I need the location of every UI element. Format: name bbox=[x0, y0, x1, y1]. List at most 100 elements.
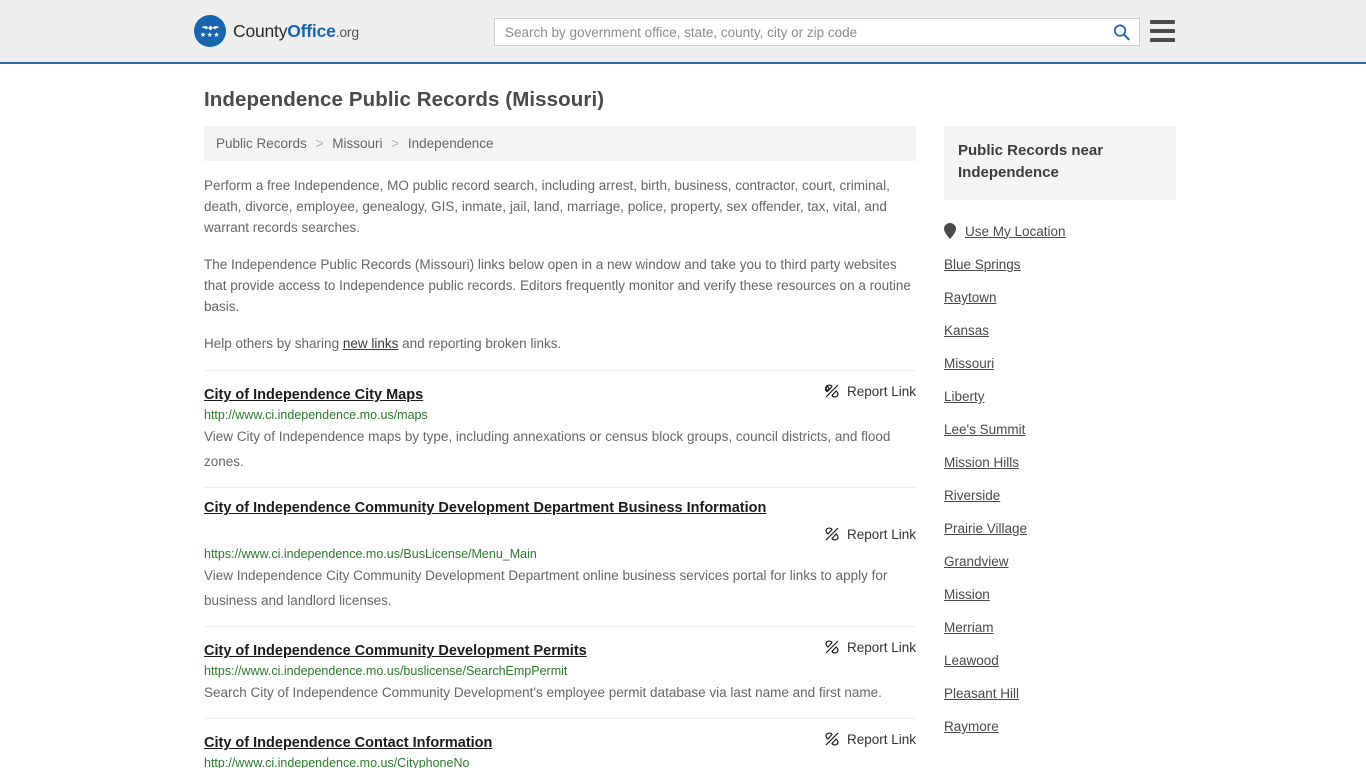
report-link-label: Report Link bbox=[846, 731, 916, 747]
report-link-button[interactable]: Report Link bbox=[824, 731, 916, 747]
broken-link-icon bbox=[825, 527, 839, 541]
intro-paragraph-1: Perform a free Independence, MO public r… bbox=[204, 178, 890, 235]
logo-text-office: Office bbox=[287, 20, 336, 41]
search-icon bbox=[1113, 24, 1130, 40]
sidebar-header-box: Public Records near Independence bbox=[944, 126, 1176, 200]
breadcrumb-separator: > bbox=[315, 136, 324, 151]
report-link-button[interactable]: Report Link bbox=[824, 526, 916, 542]
sidebar-item-lees-summit[interactable]: Lee's Summit bbox=[944, 413, 1176, 446]
report-link-label: Report Link bbox=[846, 526, 916, 542]
sidebar-item-leawood[interactable]: Leawood bbox=[944, 644, 1176, 677]
hamburger-bar bbox=[1150, 20, 1175, 24]
intro-paragraph-2: The Independence Public Records (Missour… bbox=[204, 257, 911, 314]
sidebar-nearby-list: Use My Location Blue Springs Raytown Kan… bbox=[944, 214, 1176, 743]
breadcrumb: Public Records > Missouri > Independence bbox=[204, 126, 916, 161]
sidebar-item-use-my-location[interactable]: Use My Location bbox=[944, 214, 1176, 248]
sidebar-link[interactable]: Leawood bbox=[944, 653, 999, 668]
breadcrumb-item-independence[interactable]: Independence bbox=[408, 136, 494, 151]
sidebar-link[interactable]: Kansas bbox=[944, 323, 989, 338]
share-text-before: Help others by sharing bbox=[204, 336, 343, 351]
sidebar: Public Records near Independence Use My … bbox=[944, 126, 1176, 743]
result-header: City of Independence Community Developme… bbox=[204, 639, 916, 660]
search-input[interactable] bbox=[495, 19, 1103, 45]
result-title-link[interactable]: City of Independence Contact Information bbox=[204, 735, 492, 751]
result-url[interactable]: https://www.ci.independence.mo.us/BusLic… bbox=[204, 547, 916, 561]
result-item: City of Independence City Maps Report Li… bbox=[204, 370, 916, 487]
logo-text-county: County bbox=[233, 20, 288, 41]
sidebar-link[interactable]: Merriam bbox=[944, 620, 994, 635]
use-my-location-label[interactable]: Use My Location bbox=[965, 224, 1066, 239]
result-header: City of Independence City Maps Report Li… bbox=[204, 383, 916, 404]
broken-link-icon bbox=[825, 640, 839, 654]
sidebar-item-raymore[interactable]: Raymore bbox=[944, 710, 1176, 743]
intro-paragraph-3: Help others by sharing new links and rep… bbox=[204, 333, 916, 354]
search-button[interactable] bbox=[1103, 19, 1139, 45]
sidebar-item-liberty[interactable]: Liberty bbox=[944, 380, 1176, 413]
main-column: Public Records > Missouri > Independence… bbox=[204, 126, 916, 768]
hamburger-menu-icon[interactable] bbox=[1150, 20, 1175, 42]
breadcrumb-item-public-records[interactable]: Public Records bbox=[216, 136, 307, 151]
result-item: City of Independence Community Developme… bbox=[204, 487, 916, 626]
sidebar-item-merriam[interactable]: Merriam bbox=[944, 611, 1176, 644]
sidebar-link[interactable]: Mission bbox=[944, 587, 990, 602]
breadcrumb-item-missouri[interactable]: Missouri bbox=[332, 136, 382, 151]
result-description: View Independence City Community Develop… bbox=[204, 568, 888, 608]
result-header: City of Independence Contact Information… bbox=[204, 731, 916, 752]
sidebar-link[interactable]: Lee's Summit bbox=[944, 422, 1025, 437]
sidebar-item-blue-springs[interactable]: Blue Springs bbox=[944, 248, 1176, 281]
result-item: City of Independence Contact Information… bbox=[204, 718, 916, 768]
sidebar-item-missouri[interactable]: Missouri bbox=[944, 347, 1176, 380]
sidebar-item-pleasant-hill[interactable]: Pleasant Hill bbox=[944, 677, 1176, 710]
logo-text-org: .org bbox=[335, 23, 360, 40]
search-bar[interactable] bbox=[494, 18, 1140, 46]
new-links-link[interactable]: new links bbox=[343, 336, 399, 351]
sidebar-link[interactable]: Missouri bbox=[944, 356, 994, 371]
share-text-after: and reporting broken links. bbox=[398, 336, 562, 351]
sidebar-link[interactable]: Grandview bbox=[944, 554, 1009, 569]
sidebar-item-raytown[interactable]: Raytown bbox=[944, 281, 1176, 314]
sidebar-link[interactable]: Raytown bbox=[944, 290, 997, 305]
sidebar-link[interactable]: Raymore bbox=[944, 719, 999, 734]
sidebar-item-prairie-village[interactable]: Prairie Village bbox=[944, 512, 1176, 545]
sidebar-item-kansas[interactable]: Kansas bbox=[944, 314, 1176, 347]
map-pin-icon bbox=[944, 223, 956, 239]
sidebar-item-grandview[interactable]: Grandview bbox=[944, 545, 1176, 578]
result-url[interactable]: http://www.ci.independence.mo.us/Citypho… bbox=[204, 756, 916, 768]
sidebar-item-mission-hills[interactable]: Mission Hills bbox=[944, 446, 1176, 479]
sidebar-item-riverside[interactable]: Riverside bbox=[944, 479, 1176, 512]
sidebar-item-mission[interactable]: Mission bbox=[944, 578, 1176, 611]
report-link-button[interactable]: Report Link bbox=[824, 639, 916, 655]
result-title-link[interactable]: City of Independence Community Developme… bbox=[204, 643, 587, 659]
sidebar-link[interactable]: Riverside bbox=[944, 488, 1000, 503]
result-title-link[interactable]: City of Independence Community Developme… bbox=[204, 500, 916, 516]
sidebar-link[interactable]: Blue Springs bbox=[944, 257, 1021, 272]
result-url[interactable]: https://www.ci.independence.mo.us/buslic… bbox=[204, 664, 916, 678]
eagle-shield-icon: ★★★ bbox=[194, 15, 226, 47]
result-description: View City of Independence maps by type, … bbox=[204, 429, 891, 469]
report-link-label: Report Link bbox=[846, 383, 916, 399]
result-url[interactable]: http://www.ci.independence.mo.us/maps bbox=[204, 408, 916, 422]
sidebar-link[interactable]: Liberty bbox=[944, 389, 985, 404]
page-title: Independence Public Records (Missouri) bbox=[204, 88, 605, 111]
report-link-label: Report Link bbox=[846, 639, 916, 655]
broken-link-icon bbox=[824, 384, 839, 398]
hamburger-bar bbox=[1150, 38, 1175, 42]
sidebar-link[interactable]: Prairie Village bbox=[944, 521, 1027, 536]
logo-stars: ★★★ bbox=[199, 32, 221, 39]
result-title-link[interactable]: City of Independence City Maps bbox=[204, 387, 423, 403]
content-columns: Public Records > Missouri > Independence… bbox=[204, 126, 1176, 768]
page-container: Independence Public Records (Missouri) P… bbox=[0, 88, 1366, 768]
sidebar-link[interactable]: Mission Hills bbox=[944, 455, 1019, 470]
result-description: Search City of Independence Community De… bbox=[204, 685, 882, 700]
site-header: ★★★ CountyOffice.org bbox=[0, 0, 1366, 64]
report-link-button[interactable]: Report Link bbox=[824, 383, 916, 399]
sidebar-link[interactable]: Pleasant Hill bbox=[944, 686, 1019, 701]
broken-link-icon bbox=[825, 732, 839, 746]
sidebar-title: Public Records near Independence bbox=[958, 142, 1104, 181]
result-item: City of Independence Community Developme… bbox=[204, 626, 916, 718]
site-logo[interactable]: ★★★ CountyOffice.org bbox=[194, 15, 359, 47]
result-header: City of Independence Community Developme… bbox=[204, 500, 916, 542]
logo-wordmark: CountyOffice.org bbox=[233, 21, 359, 42]
breadcrumb-separator: > bbox=[391, 136, 400, 151]
hamburger-bar bbox=[1150, 29, 1175, 33]
